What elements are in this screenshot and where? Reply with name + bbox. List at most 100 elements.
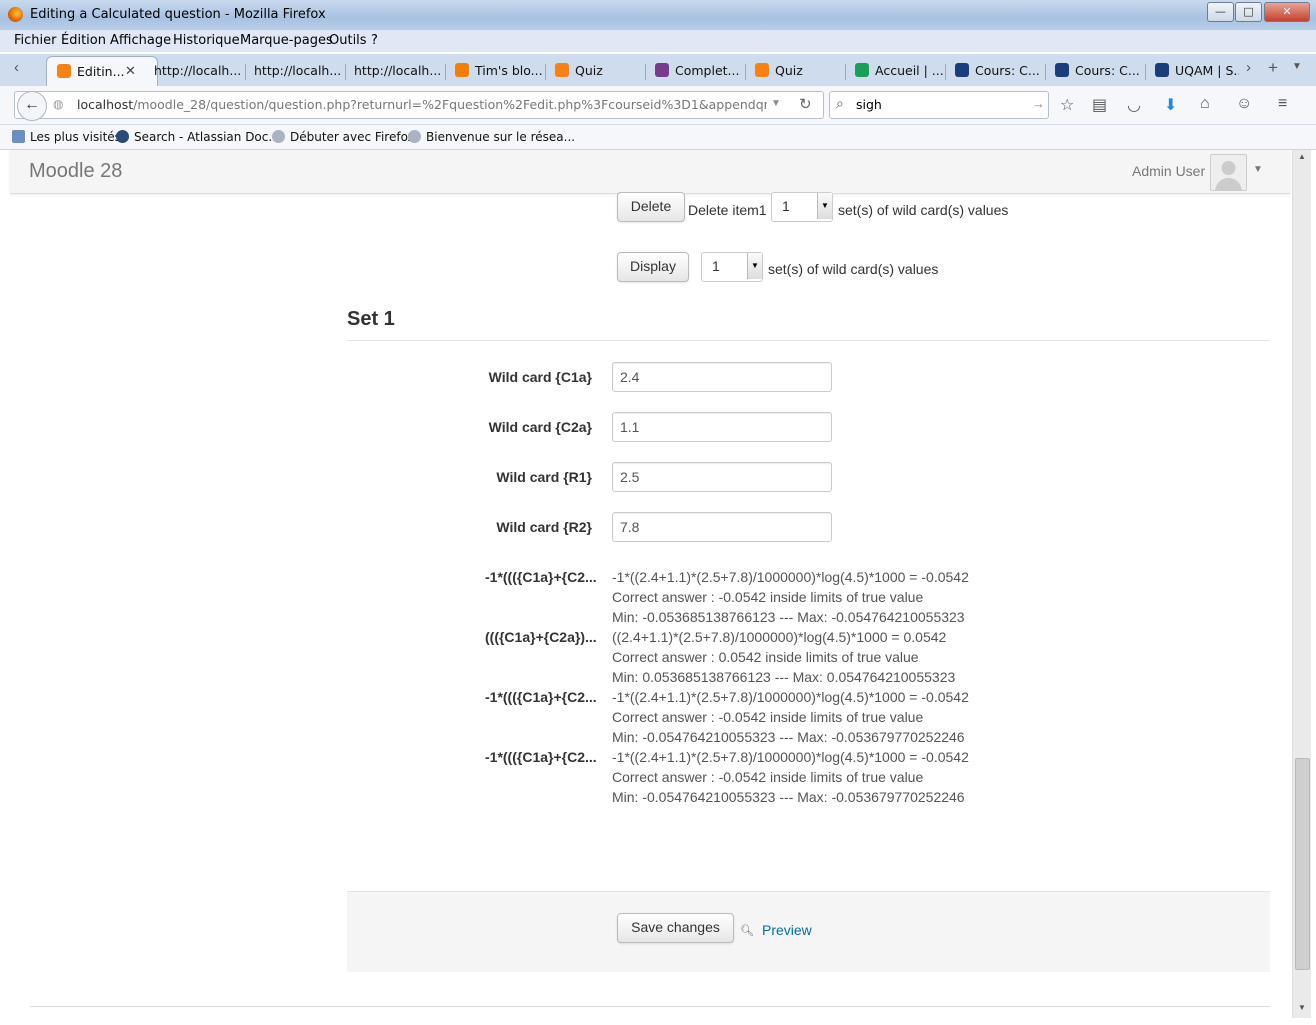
- chevron-down-icon: ▼: [747, 253, 762, 279]
- site-brand[interactable]: Moodle 28: [29, 160, 122, 183]
- wildcard-label-r2: Wild card {R2}: [496, 519, 592, 535]
- tab-quiz-1[interactable]: Quiz: [555, 56, 643, 86]
- answer-correct: Correct answer : -0.0542 inside limits o…: [612, 589, 924, 605]
- answer-formula: -1*((2.4+1.1)*(2.5+7.8)/1000000)*log(4.5…: [612, 749, 969, 765]
- navigation-toolbar: ← ◍ localhost/moodle_28/question/questio…: [0, 86, 1316, 125]
- menu-affichage[interactable]: Affichage: [110, 33, 171, 48]
- moodle-icon: [57, 64, 71, 78]
- tab-label: Tim's blo...: [475, 63, 543, 78]
- menu-fichier[interactable]: Fichier: [14, 33, 57, 48]
- wildcard-input-c2a[interactable]: 1.1: [612, 412, 832, 442]
- search-icon: ⌕: [836, 95, 844, 111]
- input-value: 2.5: [620, 469, 640, 485]
- tab-localhost-3[interactable]: http://localh...: [354, 56, 442, 86]
- avatar[interactable]: [1210, 154, 1247, 191]
- answer-formula: -1*((2.4+1.1)*(2.5+7.8)/1000000)*log(4.5…: [612, 569, 969, 585]
- wildcard-label-c1a: Wild card {C1a}: [488, 369, 592, 385]
- hello-icon[interactable]: ☺: [1236, 95, 1252, 113]
- tab-accueil[interactable]: Accueil | ...: [855, 56, 943, 86]
- answer-label: -1*((({C1a}+{C2...: [485, 689, 597, 705]
- menu-marque-pages[interactable]: Marque-pages: [240, 33, 333, 48]
- wildcard-label-r1: Wild card {R1}: [496, 469, 592, 485]
- tab-label: Editin...: [77, 64, 125, 79]
- downloads-icon[interactable]: ⬇: [1164, 95, 1177, 115]
- tab-label: http://localh...: [254, 63, 342, 78]
- tab-label: Complet...: [675, 63, 740, 78]
- bookmark-atlassian[interactable]: Search - Atlassian Doc...: [116, 130, 280, 144]
- firefox-logo-icon: [8, 7, 23, 22]
- back-button[interactable]: ←: [17, 91, 47, 121]
- reading-list-icon[interactable]: ▤: [1092, 95, 1107, 115]
- pocket-icon[interactable]: ◡: [1127, 95, 1141, 115]
- url-history-dropdown-icon[interactable]: ▼: [771, 98, 781, 109]
- list-tabs-icon[interactable]: ▼: [1292, 61, 1302, 72]
- bookmark-label: Les plus visités: [30, 130, 121, 144]
- display-count-select[interactable]: 1 ▼: [701, 252, 763, 282]
- tab-label: Cours: C...: [975, 63, 1040, 78]
- delete-item-label: Delete item1: [688, 202, 767, 218]
- chevron-down-icon: ▼: [817, 193, 832, 219]
- tab-label: Cours: C...: [1075, 63, 1140, 78]
- menu-edition[interactable]: Édition: [61, 33, 106, 48]
- tab-cours-1[interactable]: Cours: C...: [955, 56, 1043, 86]
- tab-uqam[interactable]: UQAM | S...: [1155, 56, 1239, 86]
- tab-complet[interactable]: Complet...: [655, 56, 743, 86]
- user-menu-caret-icon[interactable]: ▼: [1253, 164, 1263, 175]
- scroll-up-icon[interactable]: ▲: [1298, 152, 1306, 161]
- home-icon[interactable]: ⌂: [1200, 95, 1210, 113]
- preview-link[interactable]: Preview: [762, 922, 812, 938]
- scrollbar-thumb[interactable]: [1295, 758, 1310, 970]
- answer-correct: Correct answer : 0.0542 inside limits of…: [612, 649, 919, 665]
- scroll-down-icon[interactable]: ▼: [1298, 1003, 1306, 1012]
- menu-bar: Fichier Édition Affichage Historique Mar…: [0, 30, 1316, 52]
- new-tab-icon[interactable]: +: [1268, 58, 1278, 78]
- menu-historique[interactable]: Historique: [173, 33, 240, 48]
- uqam-icon: [1055, 63, 1069, 77]
- bookmark-label: Bienvenue sur le résea...: [426, 130, 576, 144]
- url-text[interactable]: localhost/moodle_28/question/question.ph…: [77, 97, 767, 112]
- bookmark-star-icon[interactable]: ☆: [1060, 95, 1074, 115]
- page-scrollbar[interactable]: ▲ ▼: [1292, 150, 1311, 1018]
- tab-tims-blog[interactable]: Tim's blo...: [455, 56, 543, 86]
- close-tab-icon[interactable]: ✕: [125, 57, 136, 87]
- bookmarks-folder-icon: [12, 130, 25, 143]
- reload-icon[interactable]: ↻: [799, 95, 812, 113]
- close-window-button[interactable]: ✕: [1264, 2, 1310, 22]
- answer-correct: Correct answer : -0.0542 inside limits o…: [612, 709, 924, 725]
- menu-outils[interactable]: Outils: [329, 33, 367, 48]
- minimize-button[interactable]: —: [1207, 2, 1234, 22]
- maximize-button[interactable]: □: [1235, 2, 1262, 22]
- delete-count-select[interactable]: 1 ▼: [771, 192, 833, 222]
- display-button[interactable]: Display: [617, 252, 689, 282]
- search-bar[interactable]: ⌕ sigh →: [829, 91, 1049, 119]
- tab-label: http://localh...: [354, 63, 442, 78]
- user-menu-name[interactable]: Admin User: [1132, 163, 1205, 179]
- tab-editing[interactable]: Editin... ✕: [46, 56, 158, 87]
- search-input[interactable]: sigh: [856, 97, 882, 112]
- globe-icon: [408, 130, 421, 143]
- scroll-tabs-right-icon[interactable]: ›: [1246, 59, 1251, 76]
- globe-icon: [272, 130, 285, 143]
- site-identity-icon[interactable]: ◍: [53, 97, 63, 111]
- wildcard-input-r2[interactable]: 7.8: [612, 512, 832, 542]
- tab-localhost-1[interactable]: http://localh...: [154, 56, 242, 86]
- bookmark-bienvenue[interactable]: Bienvenue sur le résea...: [408, 130, 575, 144]
- url-bar[interactable]: ← ◍ localhost/moodle_28/question/questio…: [14, 91, 824, 121]
- tab-localhost-2[interactable]: http://localh...: [254, 56, 342, 86]
- save-changes-button[interactable]: Save changes: [617, 913, 734, 943]
- tab-label: Accueil | ...: [875, 63, 943, 78]
- wildcard-input-r1[interactable]: 2.5: [612, 462, 832, 492]
- wildcard-input-c1a[interactable]: 2.4: [612, 362, 832, 392]
- answer-limits: Min: -0.053685138766123 --- Max: -0.0547…: [612, 609, 965, 625]
- menu-icon[interactable]: ≡: [1278, 95, 1287, 113]
- bookmark-most-visited[interactable]: Les plus visités: [12, 130, 121, 144]
- delete-button[interactable]: Delete: [617, 192, 685, 222]
- bookmark-debuter-firefox[interactable]: Débuter avec Firefox: [272, 130, 415, 144]
- scroll-tabs-left-icon[interactable]: ‹: [14, 59, 19, 76]
- tab-quiz-2[interactable]: Quiz: [755, 56, 843, 86]
- tab-cours-2[interactable]: Cours: C...: [1055, 56, 1143, 86]
- display-suffix-label: set(s) of wild card(s) values: [768, 261, 939, 277]
- menu-help[interactable]: ?: [371, 33, 378, 48]
- search-go-icon[interactable]: →: [1032, 96, 1045, 111]
- tab-separator: [1045, 64, 1046, 80]
